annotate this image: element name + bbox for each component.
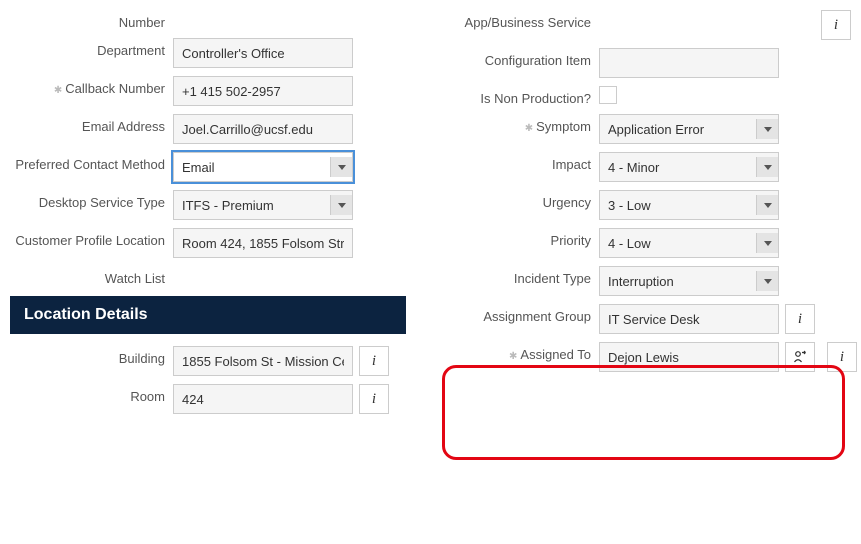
nonprod-label: Is Non Production? [436,86,591,106]
right-column: App/Business Service i Configuration Ite… [436,10,851,422]
number-row: Number [10,10,406,30]
assigned-lookup-button[interactable] [785,342,815,372]
callback-input[interactable] [173,76,353,106]
dst-select[interactable]: ITFS - Premium [173,190,353,220]
room-row: Room i [10,384,406,414]
info-icon: i [840,349,844,366]
ci-input[interactable] [599,48,779,78]
building-input[interactable] [173,346,353,376]
itype-label: Incident Type [436,266,591,286]
urgency-select[interactable]: 3 - Low [599,190,779,220]
room-info-button[interactable]: i [359,384,389,414]
assigned-label: Assigned To [436,342,591,364]
left-column: Number Department Callback Number Email … [10,10,406,422]
assigned-input[interactable] [599,342,779,372]
dst-row: Desktop Service Type ITFS - Premium [10,190,406,220]
info-icon: i [834,17,838,34]
pcm-row: Preferred Contact Method Email [10,152,406,182]
cpl-input[interactable] [173,228,353,258]
location-header: Location Details [10,296,406,334]
dst-label: Desktop Service Type [10,190,165,210]
department-row: Department [10,38,406,68]
urgency-value: 3 - Low [608,198,651,213]
assigned-info-button[interactable]: i [827,342,857,372]
cpl-label: Customer Profile Location [10,228,165,248]
agroup-input[interactable] [599,304,779,334]
itype-value: Interruption [608,274,674,289]
itype-select[interactable]: Interruption [599,266,779,296]
room-label: Room [10,384,165,404]
building-row: Building i [10,346,406,376]
pcm-label: Preferred Contact Method [10,152,165,172]
impact-select[interactable]: 4 - Minor [599,152,779,182]
priority-select[interactable]: 4 - Low [599,228,779,258]
pcm-select[interactable]: Email [173,152,353,182]
chevron-down-icon [756,195,778,215]
priority-row: Priority 4 - Low [436,228,851,258]
department-input[interactable] [173,38,353,68]
impact-value: 4 - Minor [608,160,659,175]
info-icon: i [372,353,376,370]
symptom-label: Symptom [436,114,591,136]
callback-label: Callback Number [10,76,165,98]
agroup-row: Assignment Group i [436,304,851,334]
email-input[interactable] [173,114,353,144]
chevron-down-icon [756,271,778,291]
priority-label: Priority [436,228,591,248]
urgency-row: Urgency 3 - Low [436,190,851,220]
callback-row: Callback Number [10,76,406,106]
cpl-row: Customer Profile Location [10,228,406,258]
chevron-down-icon [330,157,352,177]
dst-value: ITFS - Premium [182,198,274,213]
chevron-down-icon [756,157,778,177]
symptom-value: Application Error [608,122,704,137]
impact-label: Impact [436,152,591,172]
chevron-down-icon [756,233,778,253]
itype-row: Incident Type Interruption [436,266,851,296]
impact-row: Impact 4 - Minor [436,152,851,182]
ci-row: Configuration Item [436,48,851,78]
email-label: Email Address [10,114,165,134]
room-input[interactable] [173,384,353,414]
nonprod-checkbox[interactable] [599,86,617,104]
agroup-info-button[interactable]: i [785,304,815,334]
assigned-row: Assigned To i [436,342,851,372]
symptom-row: Symptom Application Error [436,114,851,144]
info-icon: i [372,391,376,408]
ci-label: Configuration Item [436,48,591,68]
abs-row: App/Business Service i [436,10,851,40]
building-label: Building [10,346,165,366]
abs-label: App/Business Service [436,10,591,30]
number-label: Number [10,10,165,30]
symptom-select[interactable]: Application Error [599,114,779,144]
email-row: Email Address [10,114,406,144]
chevron-down-icon [330,195,352,215]
person-arrow-icon [792,349,808,365]
abs-info-button[interactable]: i [821,10,851,40]
pcm-value: Email [182,160,215,175]
agroup-label: Assignment Group [436,304,591,324]
building-info-button[interactable]: i [359,346,389,376]
info-icon: i [798,311,802,328]
watch-row: Watch List [10,266,406,286]
urgency-label: Urgency [436,190,591,210]
nonprod-row: Is Non Production? [436,86,851,106]
watch-label: Watch List [10,266,165,286]
chevron-down-icon [756,119,778,139]
department-label: Department [10,38,165,58]
priority-value: 4 - Low [608,236,651,251]
